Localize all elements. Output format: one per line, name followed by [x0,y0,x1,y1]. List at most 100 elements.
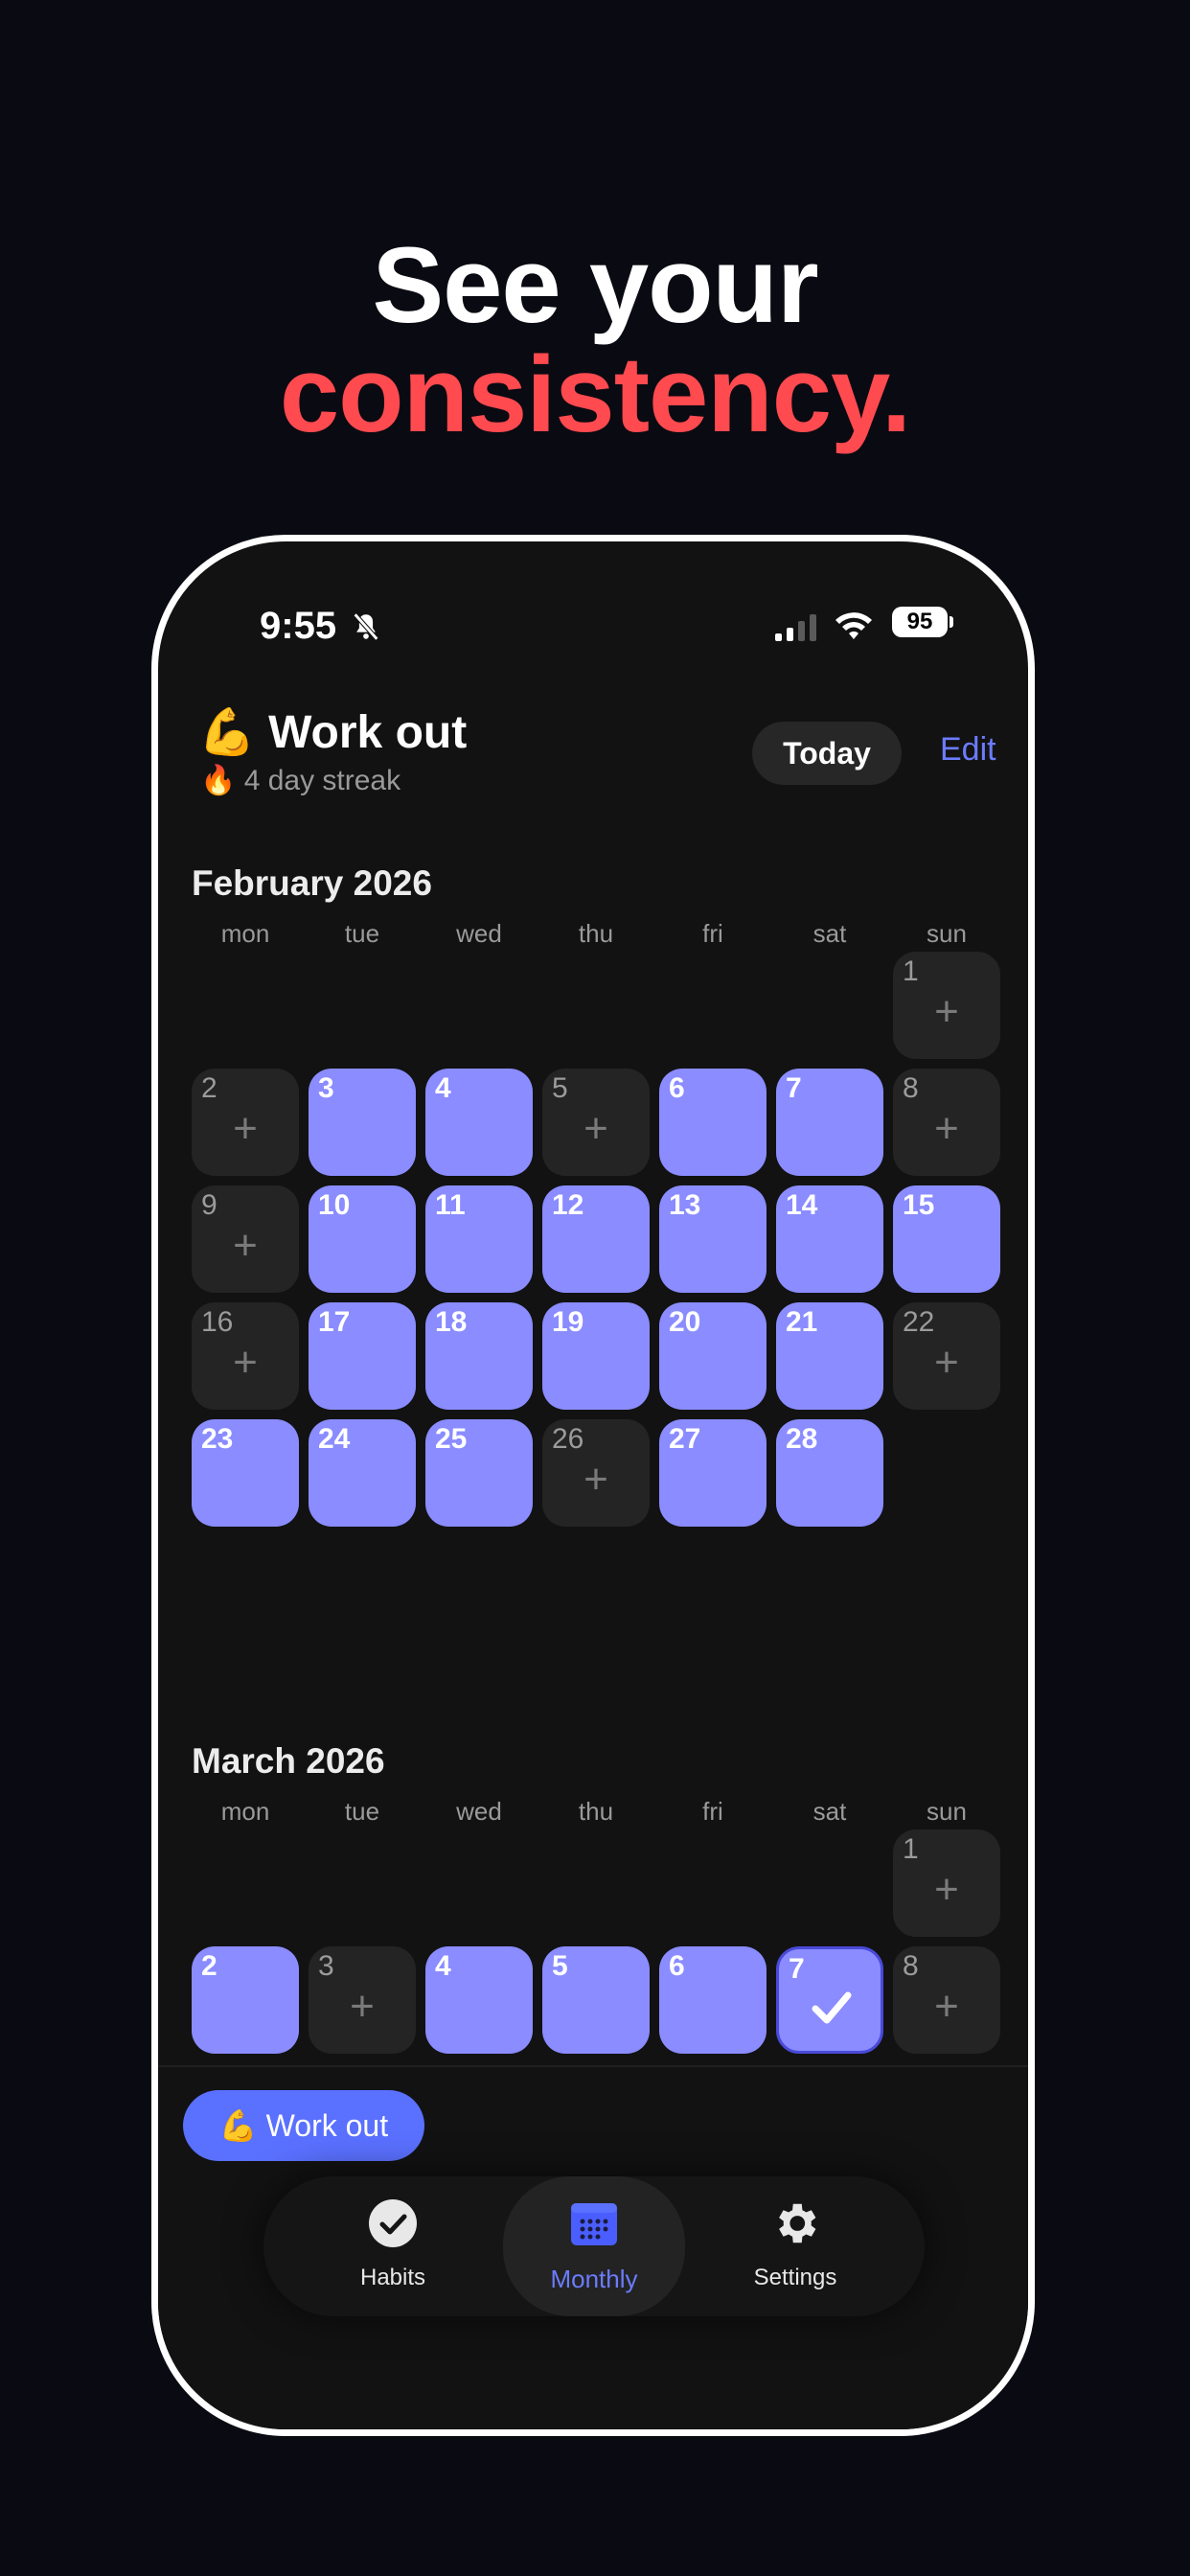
day-number: 5 [552,1950,568,1982]
checkmark-circle-icon [369,2199,417,2247]
plus-icon: + [934,1866,959,1913]
day-cell[interactable]: 22 + [893,1302,1000,1410]
weekday-label: fri [702,919,723,948]
day-cell[interactable]: 13 [659,1185,767,1293]
fire-icon: 🔥 [200,765,237,796]
day-number: 7 [786,1072,802,1104]
day-number: 5 [552,1072,568,1104]
today-button[interactable]: Today [752,722,902,785]
day-cell[interactable]: 12 [542,1185,650,1293]
tab-settings[interactable]: Settings [704,2176,886,2316]
day-number: 4 [435,1950,451,1982]
day-cell[interactable]: 8 + [893,1946,1000,2054]
day-cell[interactable]: 26 + [542,1419,650,1527]
day-number: 18 [435,1306,468,1338]
day-number: 1 [903,1833,919,1865]
weekday-label: sun [927,919,967,948]
day-cell[interactable]: 7 [776,1069,883,1176]
weekday-label: wed [456,1797,502,1826]
tab-habits[interactable]: Habits [302,2176,484,2316]
day-cell[interactable]: 2 [192,1946,299,2054]
plus-icon: + [233,1222,258,1269]
day-cell[interactable]: 24 [309,1419,416,1527]
tab-label: Habits [359,2265,426,2290]
day-number: 11 [435,1189,466,1221]
day-cell[interactable]: 23 [192,1419,299,1527]
day-number: 25 [435,1423,468,1455]
day-number: 8 [903,1072,919,1104]
day-number: 6 [669,1950,685,1982]
edit-button[interactable]: Edit [940,731,996,769]
habit-title-row: 💪 Work out [198,704,467,759]
plus-icon: + [584,1456,608,1503]
streak-text: 4 day streak [243,765,401,796]
day-cell[interactable]: 28 [776,1419,883,1527]
day-number: 13 [669,1189,701,1221]
day-cell[interactable]: 5 [542,1946,650,2054]
day-number: 2 [201,1072,217,1104]
weekday-label: mon [220,1797,270,1826]
weekday-label: fri [702,1797,723,1826]
day-cell[interactable]: 11 [425,1185,533,1293]
day-cell[interactable]: 1 + [893,952,1000,1059]
day-cell[interactable]: 2 + [192,1069,299,1176]
gear-icon [779,2203,816,2243]
day-cell[interactable]: 3 + [309,1946,416,2054]
day-number: 19 [552,1306,584,1338]
tab-monthly[interactable]: Monthly [503,2176,685,2316]
status-time: 9:55 [260,605,337,647]
divider [158,2065,1028,2067]
day-cell[interactable]: 5 + [542,1069,650,1176]
day-cell[interactable]: 8 + [893,1069,1000,1176]
plus-icon: + [233,1105,258,1152]
day-number: 16 [201,1306,234,1338]
day-cell[interactable]: 17 [309,1302,416,1410]
weekday-label: sat [812,1797,847,1826]
day-cell[interactable]: 1 + [893,1829,1000,1937]
day-cell[interactable]: 27 [659,1419,767,1527]
day-cell[interactable]: 9 + [192,1185,299,1293]
day-number: 4 [435,1072,451,1104]
plus-icon: + [350,1983,375,2030]
tab-label: Monthly [550,2265,638,2293]
day-cell[interactable]: 18 [425,1302,533,1410]
cellular-signal-icon [775,614,816,641]
day-number: 22 [903,1306,935,1338]
weekday-label: sat [812,919,847,948]
day-cell[interactable]: 7 [776,1946,883,2054]
day-number: 24 [318,1423,351,1455]
day-cell[interactable]: 20 [659,1302,767,1410]
day-cell[interactable]: 4 [425,1946,533,2054]
battery-tip [950,616,953,628]
day-cell[interactable]: 21 [776,1302,883,1410]
weekday-header: mon tue wed thu fri sat sun [192,919,1002,952]
day-cell[interactable]: 14 [776,1185,883,1293]
plus-icon: + [934,988,959,1035]
day-cell[interactable]: 6 [659,1069,767,1176]
flexed-biceps-icon: 💪 [218,2108,258,2143]
day-number: 2 [201,1950,217,1982]
day-number: 20 [669,1306,701,1338]
day-number: 17 [318,1306,351,1338]
month-title: February 2026 [192,863,432,903]
day-cell[interactable]: 25 [425,1419,533,1527]
weekday-label: mon [220,919,270,948]
day-cell[interactable]: 15 [893,1185,1000,1293]
day-cell[interactable]: 4 [425,1069,533,1176]
day-cell[interactable]: 10 [309,1185,416,1293]
day-number: 9 [201,1189,217,1221]
flexed-biceps-icon: 💪 [198,707,256,758]
day-number: 12 [552,1189,584,1221]
day-cell[interactable]: 16 + [192,1302,299,1410]
day-number: 3 [318,1950,334,1982]
day-cell[interactable]: 6 [659,1946,767,2054]
plus-icon: + [934,1105,959,1152]
day-cell[interactable]: 19 [542,1302,650,1410]
day-cell[interactable]: 3 [309,1069,416,1176]
habit-chip[interactable]: 💪 Work out [183,2090,424,2161]
calendar-icon [571,2203,617,2245]
day-number: 3 [318,1072,334,1104]
day-number: 1 [903,955,919,987]
battery-icon: 95 [892,607,948,637]
weekday-header: mon tue wed thu fri sat sun [192,1797,1002,1829]
